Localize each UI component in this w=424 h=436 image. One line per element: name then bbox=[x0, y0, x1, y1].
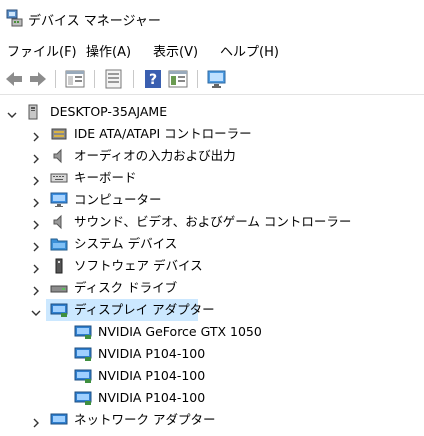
chevron-down-icon[interactable] bbox=[30, 304, 42, 316]
tree-item-label: キーボード bbox=[74, 170, 137, 185]
speaker-icon bbox=[50, 148, 68, 164]
chevron-right-icon[interactable] bbox=[30, 172, 42, 186]
tree-child-gpu[interactable]: NVIDIA P104-100 bbox=[0, 365, 424, 387]
disk-drive-icon bbox=[50, 280, 68, 296]
tree-item-disk-drives[interactable]: ディスク ドライブ bbox=[0, 277, 424, 299]
svg-text:?: ? bbox=[149, 72, 157, 88]
tree-item-label: ソフトウェア デバイス bbox=[74, 258, 203, 273]
tree-item-label: ディスク ドライブ bbox=[74, 280, 178, 295]
title-bar: デバイス マネージャー bbox=[0, 0, 424, 36]
tree-root[interactable]: DESKTOP-35AJAME bbox=[0, 101, 424, 123]
tree-item-system-devices[interactable]: システム デバイス bbox=[0, 233, 424, 255]
computer-icon bbox=[50, 192, 68, 208]
menu-help[interactable]: ヘルプ(H) bbox=[220, 41, 279, 60]
toolbar-separator bbox=[94, 70, 95, 88]
tree-root-label: DESKTOP-35AJAME bbox=[50, 104, 168, 119]
tree-item-label: コンピューター bbox=[74, 192, 162, 207]
menu-file[interactable]: ファイル(F) bbox=[7, 41, 77, 60]
tree-item-label: ディスプレイ アダプター bbox=[74, 302, 215, 317]
tree-item-software-devices[interactable]: ソフトウェア デバイス bbox=[0, 255, 424, 277]
tree-item-label: ネットワーク アダプター bbox=[74, 412, 216, 427]
update-icon[interactable] bbox=[103, 68, 125, 90]
back-icon[interactable] bbox=[3, 68, 25, 90]
tree-item-label: IDE ATA/ATAPI コントローラー bbox=[74, 126, 252, 141]
toolbar-separator bbox=[55, 70, 56, 88]
tree-item-network-adapters[interactable]: ネットワーク アダプター bbox=[0, 409, 424, 431]
tree-child-label: NVIDIA P104-100 bbox=[98, 390, 206, 405]
tree-child-label: NVIDIA P104-100 bbox=[98, 368, 206, 383]
keyboard-icon bbox=[50, 170, 68, 186]
display-adapter-icon bbox=[74, 368, 92, 384]
tree-item-label: サウンド、ビデオ、およびゲーム コントローラー bbox=[74, 214, 352, 229]
chevron-right-icon[interactable] bbox=[30, 128, 42, 142]
system-folder-icon bbox=[50, 236, 68, 252]
help-icon[interactable]: ? bbox=[142, 68, 164, 90]
chevron-right-icon[interactable] bbox=[30, 282, 42, 296]
tree-item-keyboard[interactable]: キーボード bbox=[0, 167, 424, 189]
tree-child-gpu[interactable]: NVIDIA P104-100 bbox=[0, 387, 424, 409]
display-adapter-icon bbox=[74, 324, 92, 340]
tree-child-gpu[interactable]: NVIDIA GeForce GTX 1050 bbox=[0, 321, 424, 343]
computer-tower-icon bbox=[24, 104, 42, 120]
tree-item-computer[interactable]: コンピューター bbox=[0, 189, 424, 211]
toolbar-separator bbox=[197, 70, 198, 88]
chevron-right-icon[interactable] bbox=[30, 260, 42, 274]
chevron-right-icon[interactable] bbox=[30, 150, 42, 164]
tree-item-label: オーディオの入力および出力 bbox=[74, 148, 236, 163]
display-adapter-icon bbox=[74, 346, 92, 362]
forward-icon[interactable] bbox=[27, 68, 49, 90]
toolbar-separator bbox=[133, 70, 134, 88]
menu-view[interactable]: 表示(V) bbox=[153, 41, 198, 60]
software-device-icon bbox=[50, 258, 68, 274]
chevron-right-icon[interactable] bbox=[30, 194, 42, 208]
tree-child-gpu[interactable]: NVIDIA P104-100 bbox=[0, 343, 424, 365]
properties-icon[interactable] bbox=[64, 68, 86, 90]
tree-item-audio-io[interactable]: オーディオの入力および出力 bbox=[0, 145, 424, 167]
menu-action[interactable]: 操作(A) bbox=[86, 41, 131, 60]
scan-icon[interactable] bbox=[206, 68, 228, 90]
display-adapter-icon bbox=[74, 390, 92, 406]
toolbar: ? bbox=[0, 64, 424, 95]
tree-item-ide-ata-atapi[interactable]: IDE ATA/ATAPI コントローラー bbox=[0, 123, 424, 145]
chevron-right-icon[interactable] bbox=[30, 238, 42, 252]
tree-child-label: NVIDIA P104-100 bbox=[98, 346, 206, 361]
view-icon[interactable] bbox=[167, 68, 189, 90]
chevron-right-icon[interactable] bbox=[30, 216, 42, 230]
ide-controller-icon bbox=[50, 126, 68, 142]
tree-item-sound-video-game[interactable]: サウンド、ビデオ、およびゲーム コントローラー bbox=[0, 211, 424, 233]
chevron-right-icon[interactable] bbox=[30, 414, 42, 428]
chevron-down-icon[interactable] bbox=[6, 106, 18, 118]
speaker-icon bbox=[50, 214, 68, 230]
display-adapter-icon bbox=[50, 302, 68, 318]
menu-bar: ファイル(F) 操作(A) 表示(V) ヘルプ(H) bbox=[0, 38, 424, 60]
tree-item-display-adapters[interactable]: ディスプレイ アダプター bbox=[0, 299, 424, 321]
tree-child-label: NVIDIA GeForce GTX 1050 bbox=[98, 324, 262, 339]
device-manager-icon bbox=[6, 9, 24, 30]
tree-item-label: システム デバイス bbox=[74, 236, 178, 251]
network-adapter-icon bbox=[50, 412, 68, 428]
window-title: デバイス マネージャー bbox=[28, 14, 161, 29]
